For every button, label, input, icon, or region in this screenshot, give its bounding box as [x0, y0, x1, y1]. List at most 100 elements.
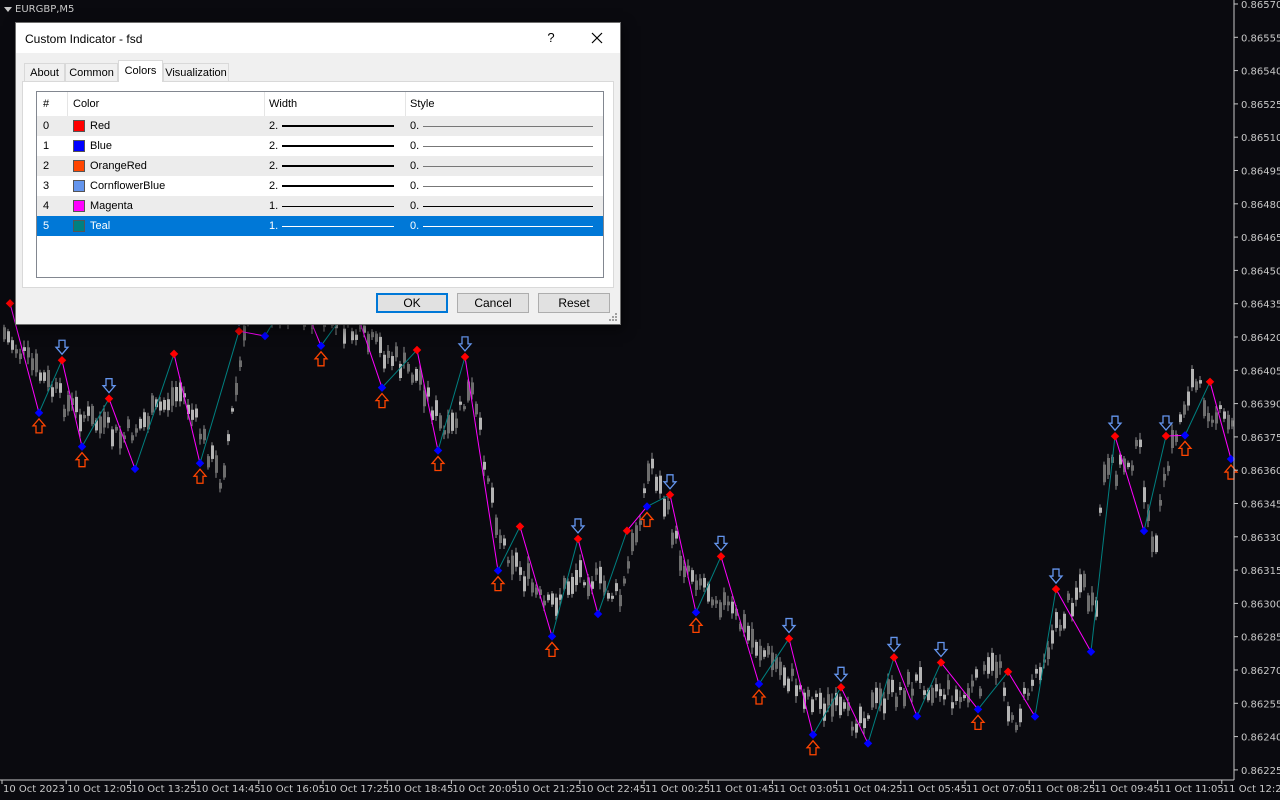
- candle-body: [659, 475, 662, 494]
- candle-body: [607, 593, 610, 599]
- time-tick-label: 10 Oct 16:05: [260, 784, 325, 795]
- time-tick-label: 11 Oct 05:45: [902, 784, 967, 795]
- candle-body: [163, 399, 166, 410]
- color-picker-cell[interactable]: Teal: [68, 216, 265, 236]
- candle-body: [975, 669, 978, 678]
- candle-body: [43, 372, 46, 381]
- color-row[interactable]: 5 Teal 1. 0.: [37, 216, 603, 236]
- candle-body: [867, 715, 870, 719]
- style-select[interactable]: 0.: [406, 216, 603, 236]
- candle-body: [907, 671, 910, 685]
- candle-body: [1183, 404, 1186, 415]
- price-tick-label: 0.86570: [1241, 0, 1280, 11]
- candle-body: [143, 412, 146, 428]
- candle-body: [403, 352, 406, 363]
- resize-grip-icon[interactable]: [608, 312, 618, 322]
- candle-body: [235, 383, 238, 395]
- tab-common[interactable]: Common: [65, 63, 118, 81]
- candle-body: [851, 726, 854, 731]
- tab-about[interactable]: About: [24, 63, 65, 81]
- candle-body: [555, 597, 558, 616]
- candle-body: [903, 690, 906, 707]
- price-tick-label: 0.86510: [1241, 133, 1280, 144]
- width-select[interactable]: 2.: [265, 156, 406, 176]
- color-picker-cell[interactable]: Magenta: [68, 196, 265, 216]
- candle-body: [175, 386, 178, 402]
- candle-body: [1187, 391, 1190, 406]
- candle-body: [1127, 462, 1130, 468]
- column-header-width[interactable]: Width: [265, 92, 406, 116]
- custom-indicator-dialog: Custom Indicator - fsd ? About Common Co…: [15, 22, 621, 325]
- candle-body: [427, 387, 430, 397]
- color-row[interactable]: 1 Blue 2. 0.: [37, 136, 603, 156]
- chart-symbol-label: EURGBP,M5: [15, 3, 75, 15]
- color-picker-cell[interactable]: Red: [68, 116, 265, 136]
- color-row[interactable]: 4 Magenta 1. 0.: [37, 196, 603, 216]
- color-picker-cell[interactable]: OrangeRed: [68, 156, 265, 176]
- time-tick-label: 11 Oct 12:25: [1223, 784, 1280, 795]
- candle-body: [651, 458, 654, 469]
- help-button[interactable]: ?: [540, 28, 562, 48]
- candle-body: [1143, 487, 1146, 503]
- column-header-color[interactable]: Color: [68, 92, 265, 116]
- candle-body: [75, 396, 78, 413]
- candle-body: [547, 594, 550, 601]
- candle-body: [1019, 708, 1022, 723]
- style-select[interactable]: 0.: [406, 196, 603, 216]
- style-select[interactable]: 0.: [406, 176, 603, 196]
- tab-colors[interactable]: Colors: [118, 60, 163, 82]
- color-picker-cell[interactable]: Blue: [68, 136, 265, 156]
- style-select[interactable]: 0.: [406, 136, 603, 156]
- width-select[interactable]: 2.: [265, 116, 406, 136]
- candle-body: [411, 374, 414, 383]
- color-picker-cell[interactable]: CornflowerBlue: [68, 176, 265, 196]
- ok-button[interactable]: OK: [376, 293, 448, 313]
- time-tick-label: 10 Oct 14:45: [196, 784, 261, 795]
- price-tick-label: 0.86540: [1241, 67, 1280, 78]
- candle-body: [699, 578, 702, 586]
- chevron-down-icon: [4, 6, 12, 12]
- candle-body: [415, 368, 418, 381]
- style-sample-line: [423, 125, 594, 127]
- close-button[interactable]: [586, 28, 608, 48]
- reset-button[interactable]: Reset: [538, 293, 610, 313]
- candle-body: [943, 694, 946, 700]
- candle-body: [755, 641, 758, 656]
- candle-body: [1103, 464, 1106, 483]
- time-tick-label: 11 Oct 04:25: [838, 784, 903, 795]
- width-select[interactable]: 1.: [265, 196, 406, 216]
- candle-body: [1131, 465, 1134, 471]
- candle-body: [395, 346, 398, 358]
- chart-symbol-title[interactable]: EURGBP,M5: [4, 2, 74, 16]
- style-select[interactable]: 0.: [406, 156, 603, 176]
- candle-body: [887, 679, 890, 695]
- tab-visualization[interactable]: Visualization: [163, 63, 229, 81]
- color-row[interactable]: 0 Red 2. 0.: [37, 116, 603, 136]
- column-header-index[interactable]: #: [37, 92, 68, 116]
- candle-body: [807, 689, 810, 697]
- candle-body: [1091, 592, 1094, 606]
- dialog-title: Custom Indicator - fsd: [25, 32, 143, 46]
- width-sample-line: [282, 205, 395, 207]
- column-header-style[interactable]: Style: [406, 92, 603, 116]
- time-tick-label: 11 Oct 03:05: [773, 784, 838, 795]
- color-name: Red: [90, 120, 111, 132]
- candle-body: [379, 336, 382, 353]
- price-tick-label: 0.86225: [1241, 766, 1280, 777]
- width-select[interactable]: 2.: [265, 176, 406, 196]
- width-select[interactable]: 2.: [265, 136, 406, 156]
- candle-body: [683, 566, 686, 578]
- candle-body: [839, 696, 842, 716]
- cancel-button[interactable]: Cancel: [457, 293, 529, 313]
- dialog-titlebar[interactable]: Custom Indicator - fsd ?: [16, 23, 620, 53]
- candle-body: [455, 418, 458, 428]
- candle-body: [1031, 679, 1034, 686]
- style-select[interactable]: 0.: [406, 116, 603, 136]
- candle-body: [111, 429, 114, 447]
- width-select[interactable]: 1.: [265, 216, 406, 236]
- candle-body: [1135, 440, 1138, 447]
- candle-body: [103, 411, 106, 428]
- color-row[interactable]: 2 OrangeRed 2. 0.: [37, 156, 603, 176]
- color-row[interactable]: 3 CornflowerBlue 2. 0.: [37, 176, 603, 196]
- candle-body: [679, 555, 682, 571]
